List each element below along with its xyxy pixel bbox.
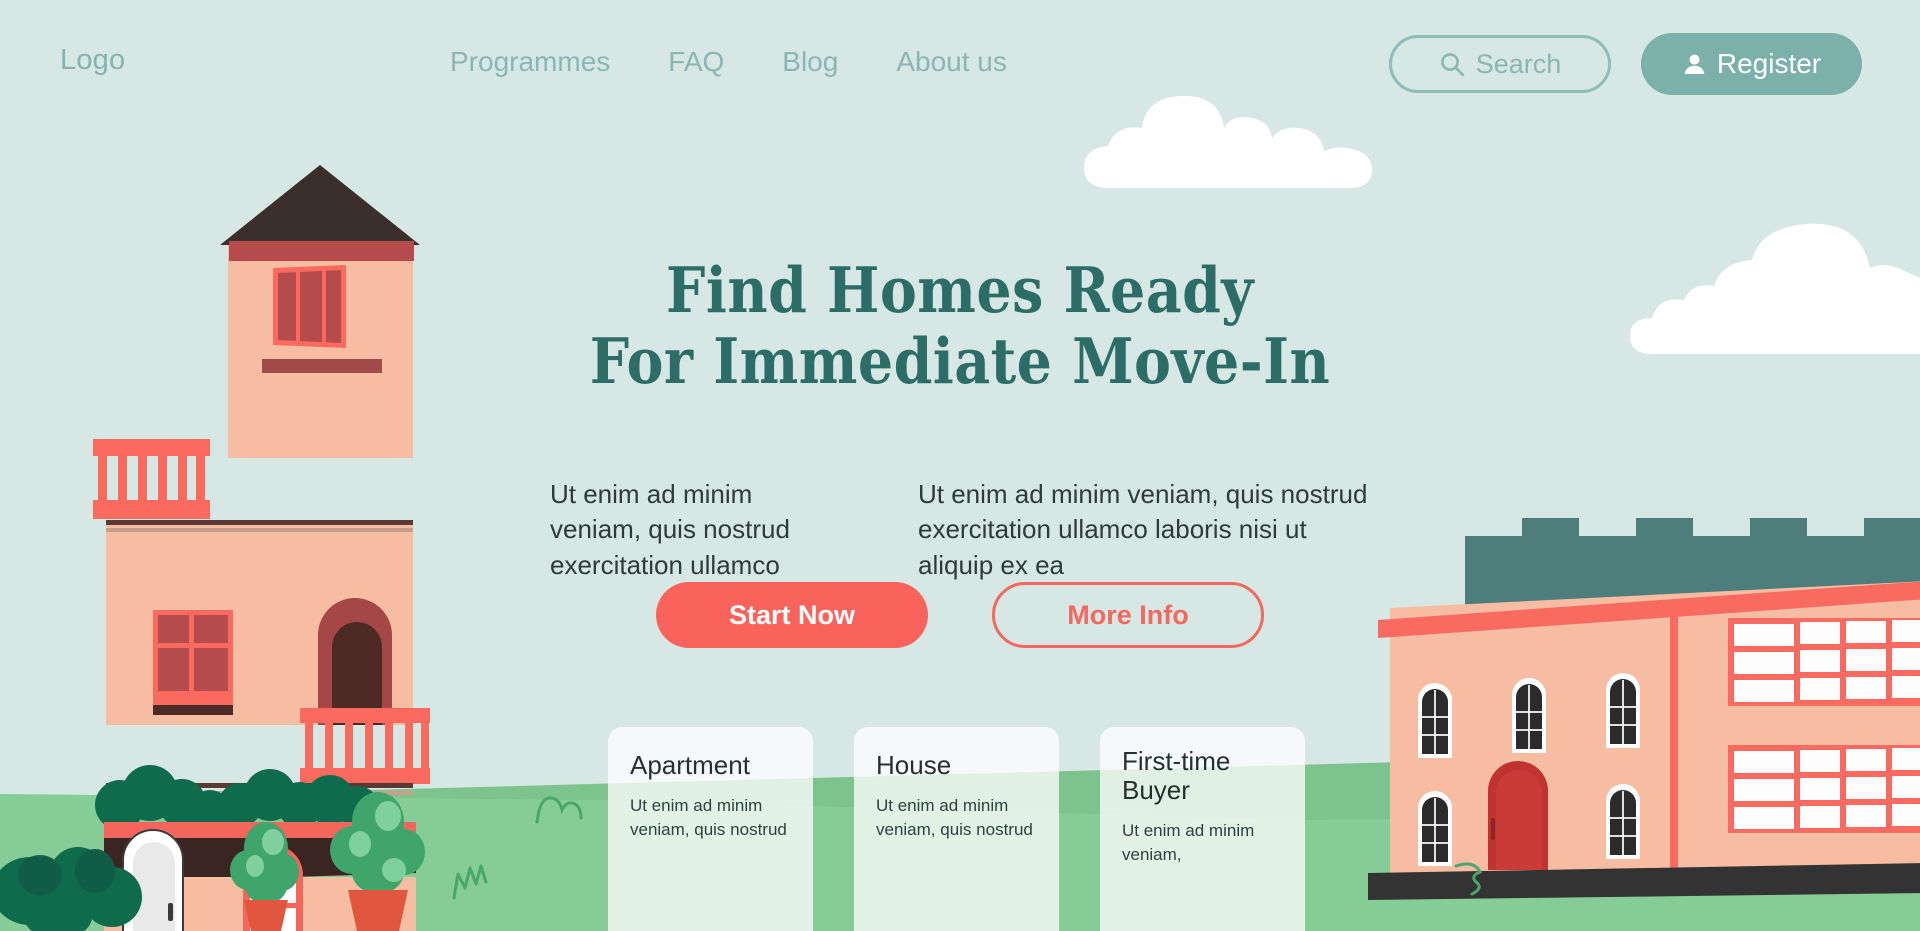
- hero-section: Find Homes Ready For Immediate Move-In U…: [0, 253, 1920, 648]
- card-apartment[interactable]: Apartment Ut enim ad minim veniam, quis …: [608, 727, 813, 931]
- potted-plant-right: [330, 792, 425, 931]
- hero-cta-group: Start Now More Info: [0, 582, 1920, 648]
- nav-link-blog[interactable]: Blog: [782, 46, 838, 78]
- top-navbar: Logo Programmes FAQ Blog About us Search…: [0, 0, 1920, 128]
- grass-squiggle-3: [1454, 862, 1483, 896]
- card-house[interactable]: House Ut enim ad minim veniam, quis nost…: [854, 727, 1059, 931]
- headline-line-2: For Immediate Move-In: [589, 324, 1331, 399]
- nav-link-faq[interactable]: FAQ: [668, 46, 724, 78]
- card-title: House: [876, 750, 952, 780]
- search-placeholder-text: Search: [1475, 48, 1562, 79]
- card-body: Ut enim ad minim veniam, quis nostrud: [630, 796, 787, 840]
- card-title: Apartment: [630, 750, 750, 780]
- user-icon: [1684, 54, 1705, 74]
- grass-squiggle-2: [452, 864, 488, 900]
- page-title: Find Homes Ready For Immediate Move-In: [115, 253, 1805, 399]
- nav-link-programmes[interactable]: Programmes: [450, 46, 610, 78]
- left-bushes: [0, 847, 142, 931]
- headline-line-1: Find Homes Ready: [666, 253, 1254, 327]
- register-button[interactable]: Register: [1641, 33, 1862, 95]
- start-now-button[interactable]: Start Now: [656, 582, 928, 648]
- search-icon: [1440, 52, 1465, 76]
- logo[interactable]: Logo: [60, 44, 125, 77]
- card-title: First-time Buyer: [1122, 746, 1231, 806]
- landing-page: Logo Programmes FAQ Blog About us Search…: [0, 0, 1920, 931]
- card-first-time-buyer[interactable]: First-time Buyer Ut enim ad minim veniam…: [1100, 727, 1305, 931]
- potted-plant-left: [230, 822, 299, 931]
- primary-nav: Programmes FAQ Blog About us: [450, 46, 1007, 78]
- card-body: Ut enim ad minim veniam, quis nostrud: [876, 796, 1033, 840]
- hero-paragraph-left: Ut enim ad minim veniam, quis nostrud ex…: [550, 479, 790, 580]
- nav-link-about-us[interactable]: About us: [896, 46, 1007, 78]
- search-input[interactable]: Search: [1389, 35, 1611, 93]
- hero-paragraph-right: Ut enim ad minim veniam, quis nostrud ex…: [918, 479, 1368, 580]
- grass-squiggle-1: [535, 796, 583, 824]
- more-info-button[interactable]: More Info: [992, 582, 1264, 648]
- register-button-label: Register: [1716, 48, 1822, 79]
- category-card-list: Apartment Ut enim ad minim veniam, quis …: [608, 727, 1305, 931]
- card-body: Ut enim ad minim veniam,: [1122, 821, 1255, 865]
